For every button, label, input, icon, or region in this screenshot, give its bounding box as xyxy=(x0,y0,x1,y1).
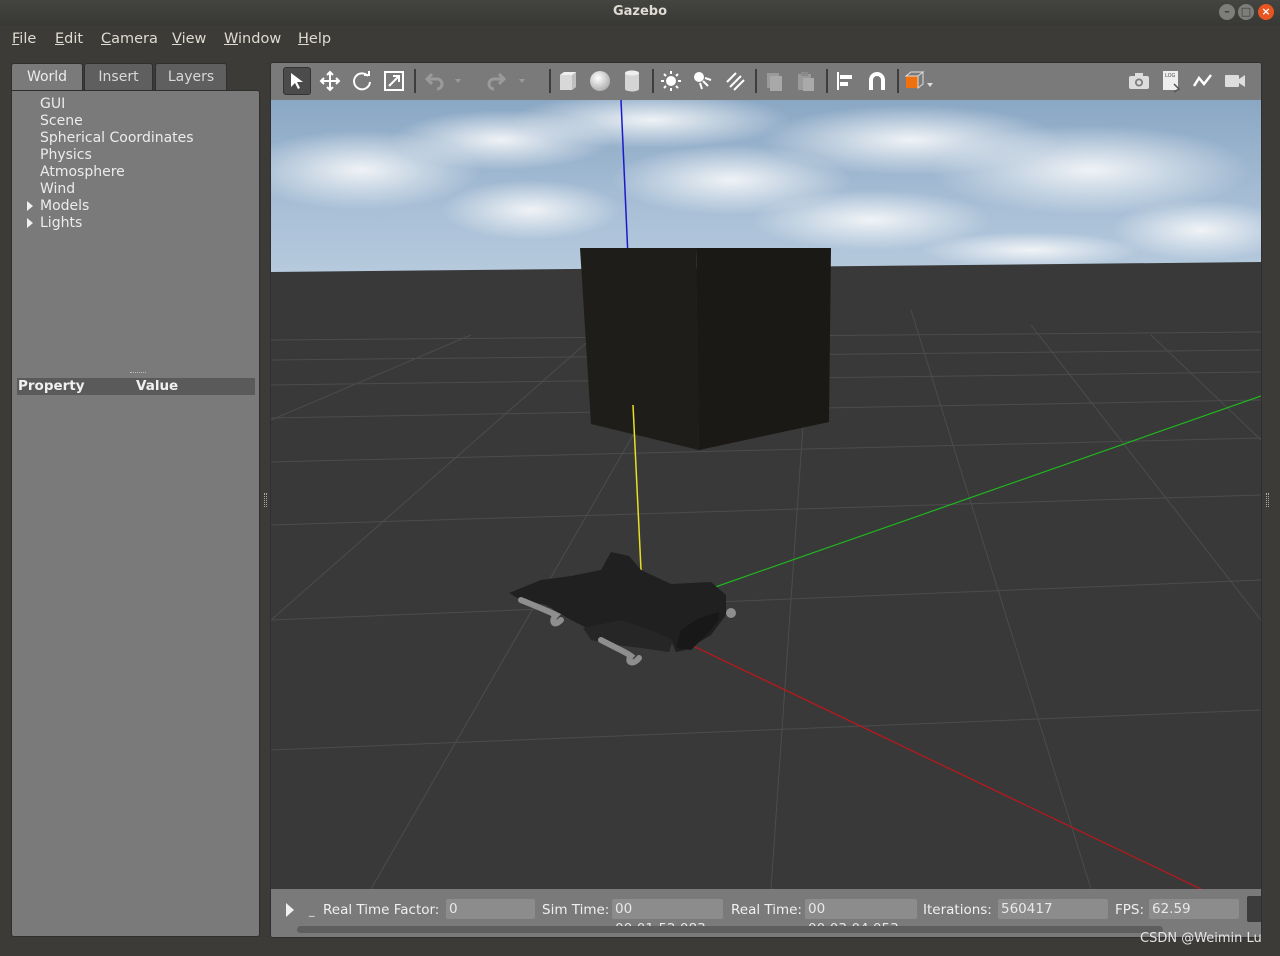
tree-item-atmosphere[interactable]: Atmosphere xyxy=(40,164,125,180)
directional-light-icon[interactable] xyxy=(721,67,749,95)
tree-item-wind[interactable]: Wind xyxy=(40,181,75,197)
scale-icon[interactable] xyxy=(380,67,408,95)
box-icon[interactable] xyxy=(554,67,582,95)
left-resize-handle[interactable] xyxy=(264,493,267,507)
fps-label: FPS: xyxy=(1115,902,1145,918)
scene-panel: LOG _ Real Time Factor: 0 Sim Time: 00 R… xyxy=(270,62,1262,938)
minimize-button[interactable]: – xyxy=(1219,4,1235,20)
tree-item-scene[interactable]: Scene xyxy=(40,113,83,129)
toolbar-separator xyxy=(549,69,551,93)
menu-file[interactable]: File xyxy=(12,31,36,47)
watermark: CSDN @Weimin Lu xyxy=(1140,931,1262,946)
redo-dropdown-icon[interactable] xyxy=(515,67,529,95)
toolbar-separator xyxy=(414,69,416,93)
real-time-factor-value: 0 xyxy=(446,899,535,919)
rotate-icon[interactable] xyxy=(348,67,376,95)
real-time-label: Real Time: xyxy=(731,902,802,918)
tab-insert[interactable]: Insert xyxy=(84,63,153,91)
tree-item-spherical-coordinates[interactable]: Spherical Coordinates xyxy=(40,130,194,146)
tab-world[interactable]: World xyxy=(11,63,83,91)
expand-arrow-icon[interactable] xyxy=(27,218,33,228)
value-column-header: Value xyxy=(136,378,179,394)
panel-splitter-handle[interactable] xyxy=(130,372,146,375)
snap-icon[interactable] xyxy=(863,67,891,95)
view-angle-icon[interactable] xyxy=(901,67,937,95)
box-model xyxy=(580,248,831,450)
tree-item-lights[interactable]: Lights xyxy=(40,215,82,231)
step-button[interactable]: _ xyxy=(309,904,315,917)
toolbar-separator xyxy=(755,69,757,93)
right-resize-handle[interactable] xyxy=(1266,493,1269,507)
tree-item-models[interactable]: Models xyxy=(40,198,89,214)
record-video-icon[interactable] xyxy=(1221,67,1249,95)
expand-arrow-icon[interactable] xyxy=(27,201,33,211)
real-time-factor-label: Real Time Factor: xyxy=(323,902,440,918)
toolbar-separator xyxy=(652,69,654,93)
redo-icon[interactable] xyxy=(483,67,511,95)
close-button[interactable]: × xyxy=(1258,4,1274,20)
undo-icon[interactable] xyxy=(420,67,448,95)
sim-time-label: Sim Time: xyxy=(542,902,610,918)
toolbar-separator xyxy=(826,69,828,93)
tab-layers[interactable]: Layers xyxy=(155,63,227,91)
sphere-icon[interactable] xyxy=(586,67,614,95)
status-bar: _ Real Time Factor: 0 Sim Time: 00 00:01… xyxy=(271,889,1261,937)
plot-icon[interactable] xyxy=(1189,67,1217,95)
gazebo-window: Gazebo – □ × File Edit Camera View Windo… xyxy=(0,0,1280,956)
tree-item-physics[interactable]: Physics xyxy=(40,147,92,163)
point-light-icon[interactable] xyxy=(657,67,685,95)
3d-viewport[interactable] xyxy=(271,100,1261,889)
cylinder-icon[interactable] xyxy=(618,67,646,95)
real-time-value: 00 00:03:04.053 xyxy=(805,899,917,937)
spot-light-icon[interactable] xyxy=(689,67,717,95)
world-panel: GUI Scene Spherical Coordinates Physics … xyxy=(11,90,260,937)
align-icon[interactable] xyxy=(831,67,859,95)
property-table-header: Property Value xyxy=(17,378,255,395)
translate-icon[interactable] xyxy=(316,67,344,95)
menu-window[interactable]: Window xyxy=(224,31,281,47)
menu-view[interactable]: View xyxy=(172,31,206,47)
iterations-value: 560417 xyxy=(998,899,1108,919)
window-title: Gazebo xyxy=(612,4,668,19)
maximize-button[interactable]: □ xyxy=(1238,4,1254,20)
tree-item-gui[interactable]: GUI xyxy=(40,96,65,112)
copy-icon[interactable] xyxy=(760,67,788,95)
svg-text:LOG: LOG xyxy=(1165,73,1176,79)
select-icon[interactable] xyxy=(283,67,311,95)
statusbar-overflow-button[interactable] xyxy=(1247,896,1261,922)
sim-time-value: 00 00:01:52.083 xyxy=(612,899,723,937)
screenshot-icon[interactable] xyxy=(1125,67,1153,95)
toolbar: LOG xyxy=(271,63,1261,100)
paste-icon[interactable] xyxy=(792,67,820,95)
menu-camera[interactable]: Camera xyxy=(101,31,158,47)
menu-bar: File Edit Camera View Window Help xyxy=(0,25,1280,55)
log-icon[interactable]: LOG xyxy=(1157,67,1185,95)
scene-render xyxy=(271,100,1261,889)
property-column-header: Property xyxy=(18,378,85,394)
play-pause-button[interactable] xyxy=(285,902,295,922)
title-bar: Gazebo – □ × xyxy=(0,0,1280,25)
horizontal-scrollbar[interactable] xyxy=(297,926,1163,933)
undo-dropdown-icon[interactable] xyxy=(451,67,465,95)
menu-help[interactable]: Help xyxy=(298,31,331,47)
toolbar-separator xyxy=(897,69,899,93)
menu-edit[interactable]: Edit xyxy=(55,31,83,47)
iterations-label: Iterations: xyxy=(923,902,992,918)
fps-value: 62.59 xyxy=(1149,899,1239,919)
